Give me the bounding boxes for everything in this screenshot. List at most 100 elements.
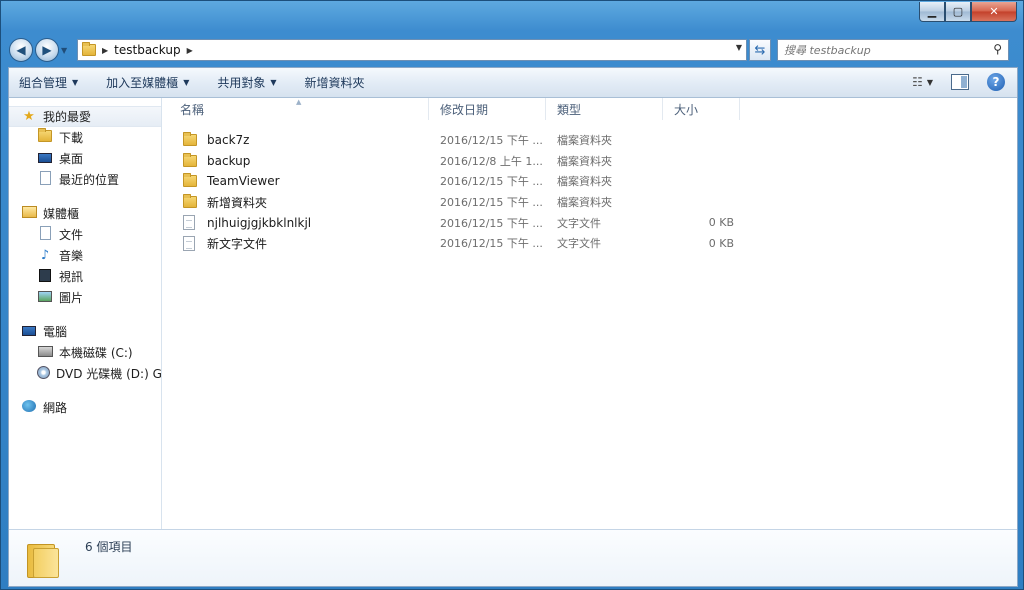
file-row[interactable]: 新文字文件 2016/12/15 下午 ... 文字文件 0 KB: [169, 233, 1017, 254]
breadcrumb-testbackup[interactable]: testbackup: [114, 43, 180, 57]
breadcrumb-separator-icon[interactable]: ▶: [102, 46, 108, 55]
search-box[interactable]: ⚲: [777, 39, 1009, 61]
file-list: 名稱 ▲ 修改日期 類型 大小 back7z 2016/12/15 下午 ...…: [169, 98, 1017, 530]
file-date: 2016/12/15 下午 ...: [440, 237, 543, 251]
sidebar-favorites[interactable]: ★ 我的最愛: [9, 106, 161, 127]
command-bar: 組合管理 ▼ 加入至媒體櫃 ▼ 共用對象 ▼ 新增資料夾 ☷ ▼ ?: [9, 68, 1017, 98]
column-headers: 名稱 ▲ 修改日期 類型 大小: [169, 98, 1017, 120]
sidebar-item-label: 音樂: [59, 249, 84, 263]
refresh-icon: ⇆: [754, 42, 766, 58]
file-rows: back7z 2016/12/15 下午 ... 檔案資料夾 backup 20…: [169, 130, 1017, 254]
column-header-type[interactable]: 類型: [546, 98, 663, 120]
sidebar-item-label: DVD 光碟機 (D:) GR: [56, 367, 161, 381]
refresh-button[interactable]: ⇆: [749, 39, 771, 61]
close-button[interactable]: ✕: [971, 2, 1017, 22]
file-type: 檔案資料夾: [557, 196, 612, 210]
navigation-bar: ◀ ▶ ▼ ▶ testbackup ▶ ▼ ⇆ ⚲: [9, 37, 1019, 63]
sidebar-item-local-disk-c[interactable]: 本機磁碟 (C:): [9, 342, 161, 363]
item-count: 6 個項目: [85, 540, 133, 554]
videos-icon: [37, 268, 53, 285]
sidebar-item-label: 最近的位置: [59, 173, 120, 187]
maximize-button[interactable]: ▢: [945, 2, 971, 22]
documents-icon: [37, 226, 53, 243]
chevron-down-icon: ▼: [72, 78, 79, 87]
explorer-window: ▁ ▢ ✕ ◀ ▶ ▼ ▶ testbackup ▶ ▼ ⇆ ⚲ 組合管理 ▼ 加…: [0, 0, 1024, 590]
details-pane: 6 個項目: [9, 529, 1017, 586]
folder-icon: [82, 42, 96, 56]
file-date: 2016/12/15 下午 ...: [440, 196, 543, 210]
file-type: 檔案資料夾: [557, 134, 612, 148]
help-icon[interactable]: ?: [987, 73, 1005, 91]
sidebar-libraries-label: 媒體櫃: [43, 207, 80, 221]
file-type: 文字文件: [557, 237, 601, 251]
sidebar-item-label: 視訊: [59, 270, 84, 284]
column-size-label: 大小: [674, 102, 699, 117]
view-dropdown-icon[interactable]: ▼: [927, 78, 933, 87]
column-header-size[interactable]: 大小: [663, 98, 740, 120]
file-name: backup: [207, 153, 251, 168]
sidebar-item-label: 桌面: [59, 152, 84, 166]
file-size: 0 KB: [708, 236, 734, 250]
file-name: back7z: [207, 133, 250, 148]
folder-icon: [183, 173, 201, 188]
file-row[interactable]: TeamViewer 2016/12/15 下午 ... 檔案資料夾: [169, 171, 1017, 192]
column-header-name[interactable]: 名稱 ▲: [169, 98, 429, 120]
back-button[interactable]: ◀: [9, 38, 33, 62]
sidebar-item-label: 文件: [59, 228, 84, 242]
chevron-down-icon: ▼: [270, 78, 277, 87]
file-size: 0 KB: [708, 216, 734, 230]
file-type: 文字文件: [557, 216, 601, 230]
recent-places-icon: [37, 171, 53, 188]
organize-label: 組合管理: [19, 76, 68, 90]
sidebar-item-pictures[interactable]: 圖片: [9, 287, 161, 308]
breadcrumb-separator-icon[interactable]: ▶: [187, 46, 193, 55]
sidebar-computer[interactable]: 電腦: [9, 321, 161, 342]
back-arrow-icon: ◀: [16, 43, 26, 57]
search-icon[interactable]: ⚲: [993, 42, 1002, 56]
sidebar-item-downloads[interactable]: 下載: [9, 127, 161, 148]
folder-icon: [183, 194, 201, 209]
organize-button[interactable]: 組合管理 ▼: [19, 74, 78, 91]
sidebar-item-documents[interactable]: 文件: [9, 224, 161, 245]
new-folder-label: 新增資料夾: [304, 76, 365, 90]
share-with-label: 共用對象: [217, 76, 266, 90]
file-date: 2016/12/15 下午 ...: [440, 134, 543, 148]
file-row[interactable]: backup 2016/12/8 上午 1... 檔案資料夾: [169, 151, 1017, 172]
share-with-button[interactable]: 共用對象 ▼: [217, 74, 276, 91]
forward-button[interactable]: ▶: [35, 38, 59, 62]
file-row[interactable]: 新增資料夾 2016/12/15 下午 ... 檔案資料夾: [169, 192, 1017, 213]
sidebar-libraries[interactable]: 媒體櫃: [9, 203, 161, 224]
address-dropdown-icon[interactable]: ▼: [736, 43, 742, 52]
search-input[interactable]: [784, 43, 984, 57]
pictures-icon: [37, 290, 53, 305]
file-row[interactable]: back7z 2016/12/15 下午 ... 檔案資料夾: [169, 130, 1017, 151]
sidebar-item-dvd-drive[interactable]: DVD 光碟機 (D:) GR: [9, 363, 161, 384]
sidebar-item-videos[interactable]: 視訊: [9, 266, 161, 287]
sidebar-item-desktop[interactable]: 桌面: [9, 148, 161, 169]
sidebar-network[interactable]: 網路: [9, 397, 161, 418]
column-type-label: 類型: [557, 102, 582, 117]
recent-pages-dropdown[interactable]: ▼: [61, 46, 73, 55]
sidebar-item-label: 圖片: [59, 291, 84, 305]
column-header-date[interactable]: 修改日期: [429, 98, 546, 120]
new-folder-button[interactable]: 新增資料夾: [305, 74, 365, 91]
sidebar-network-label: 網路: [43, 401, 68, 415]
file-date: 2016/12/8 上午 1...: [440, 154, 543, 168]
address-bar[interactable]: ▶ testbackup ▶ ▼: [77, 39, 747, 61]
minimize-button[interactable]: ▁: [919, 2, 945, 22]
sidebar-item-recent-places[interactable]: 最近的位置: [9, 169, 161, 190]
text-file-icon: [183, 215, 201, 231]
file-name: 新增資料夾: [207, 195, 268, 210]
include-in-library-button[interactable]: 加入至媒體櫃 ▼: [106, 74, 189, 91]
file-date: 2016/12/15 下午 ...: [440, 175, 543, 189]
minimize-icon: ▁: [927, 5, 937, 18]
file-name: njlhuigjgjkbklnlkjl: [207, 215, 312, 230]
view-options-icon[interactable]: ☷: [912, 75, 923, 89]
preview-pane-button[interactable]: [951, 74, 969, 90]
sidebar-item-music[interactable]: ♪ 音樂: [9, 245, 161, 266]
column-date-label: 修改日期: [440, 102, 489, 117]
file-row[interactable]: njlhuigjgjkbklnlkjl 2016/12/15 下午 ... 文字…: [169, 212, 1017, 233]
file-type: 檔案資料夾: [557, 175, 612, 189]
file-date: 2016/12/15 下午 ...: [440, 216, 543, 230]
desktop-icon: [37, 152, 53, 166]
